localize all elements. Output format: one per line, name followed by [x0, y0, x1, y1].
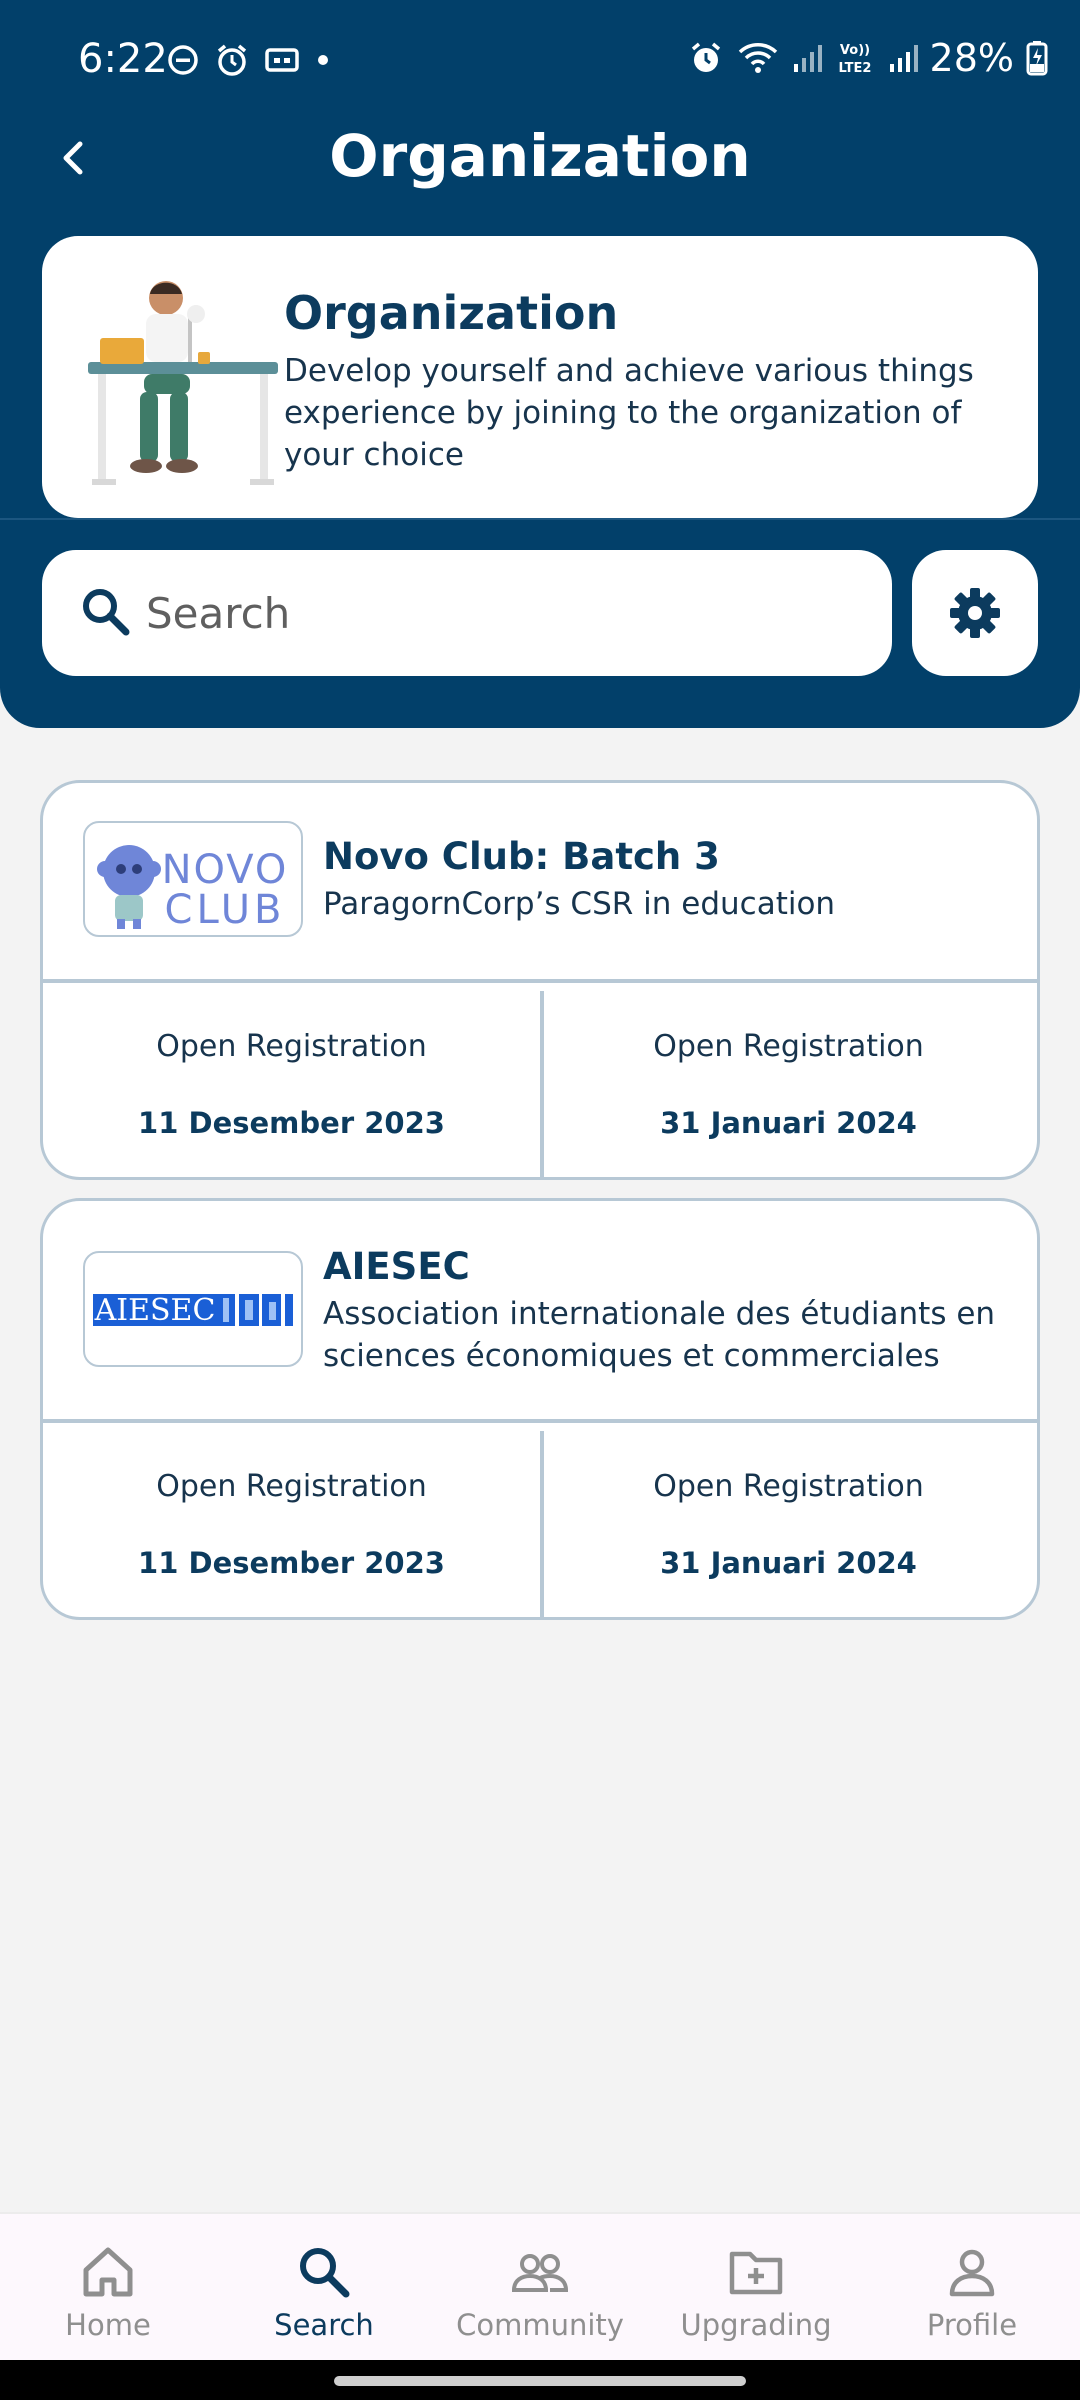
person-at-desk-illustration: [88, 281, 278, 485]
profile-icon: [949, 2249, 995, 2297]
cast-icon: [265, 48, 299, 72]
status-bar: 6:22 Vo)) LTE2 28%: [0, 0, 1080, 120]
svg-text:CLUB: CLUB: [165, 887, 286, 933]
org-logo-novo-club: NOVO CLUB: [83, 821, 303, 937]
intro-title: Organization: [284, 286, 619, 340]
nav-item-upgrading[interactable]: Upgrading: [648, 2214, 864, 2360]
system-gesture-bar: [0, 2360, 1080, 2400]
status-left-icons: [166, 42, 332, 78]
intro-card: Organization Develop yourself and achiev…: [42, 236, 1038, 518]
nav-item-home[interactable]: Home: [0, 2214, 216, 2360]
home-icon: [83, 2247, 133, 2297]
header: 6:22 Vo)) LTE2 28% Organization Organiza…: [0, 0, 1080, 728]
org-card-aiesec[interactable]: AIESEC AIESEC Association internationale…: [40, 1198, 1040, 1620]
org-registration-row: Open Registration 11 Desember 2023 Open …: [43, 983, 1037, 1177]
nav-item-search[interactable]: Search: [216, 2214, 432, 2360]
status-time: 6:22: [78, 36, 168, 82]
org-card-novo-club[interactable]: NOVO CLUB Novo Club: Batch 3 ParagornCor…: [40, 780, 1040, 1180]
registration-end: Open Registration 31 Januari 2024: [540, 1423, 1037, 1617]
page-title: Organization: [329, 122, 751, 190]
registration-date: 31 Januari 2024: [660, 1106, 917, 1140]
aiesec-logo: AIESEC: [93, 1293, 293, 1328]
battery-percent: 28%: [929, 36, 1014, 80]
org-card-header: AIESEC AIESEC Association internationale…: [43, 1201, 1037, 1423]
org-logo-aiesec: AIESEC: [83, 1251, 303, 1367]
registration-date: 11 Desember 2023: [138, 1106, 445, 1140]
search-icon: [83, 589, 130, 636]
org-card-header: NOVO CLUB Novo Club: Batch 3 ParagornCor…: [43, 783, 1037, 983]
intro-description: Develop yourself and achieve various thi…: [284, 353, 974, 473]
org-description: ParagornCorp’s CSR in education: [323, 886, 836, 922]
registration-end: Open Registration 31 Januari 2024: [540, 983, 1037, 1177]
battery-charging-icon: [1026, 41, 1048, 76]
novo-club-logo: NOVO CLUB: [97, 845, 286, 933]
registration-label: Open Registration: [156, 1029, 427, 1064]
search-input[interactable]: [146, 578, 846, 648]
wifi-icon: [738, 43, 777, 73]
search-icon: [300, 2248, 350, 2298]
registration-start: Open Registration 11 Desember 2023: [43, 1423, 540, 1617]
status-right: Vo)) LTE2 28%: [688, 36, 1048, 80]
community-icon: [511, 2254, 569, 2292]
registration-separator: [540, 991, 544, 1177]
registration-date: 11 Desember 2023: [138, 1546, 445, 1580]
dot-icon: [318, 55, 328, 65]
nav-item-community[interactable]: Community: [432, 2214, 648, 2360]
org-name: AIESEC: [323, 1245, 470, 1288]
nav-label: Profile: [926, 2308, 1018, 2342]
home-gesture-handle[interactable]: [334, 2376, 746, 2386]
registration-label: Open Registration: [653, 1029, 924, 1064]
folder-plus-icon: [729, 2251, 783, 2295]
org-name: Novo Club: Batch 3: [323, 835, 720, 878]
registration-label: Open Registration: [653, 1469, 924, 1504]
dnd-icon: [168, 45, 198, 75]
filter-settings-button[interactable]: [912, 550, 1038, 676]
nav-label: Community: [456, 2308, 624, 2342]
nav-label: Home: [65, 2308, 151, 2342]
registration-separator: [540, 1431, 544, 1617]
signal-icon: [793, 45, 822, 72]
nav-label: Upgrading: [680, 2308, 832, 2342]
nav-item-profile[interactable]: Profile: [864, 2214, 1080, 2360]
signal-icon: [889, 45, 918, 72]
alarm-icon: [691, 42, 720, 72]
header-divider: [0, 518, 1080, 520]
nav-label: Search: [274, 2308, 374, 2342]
volte-icon: Vo)) LTE2: [838, 43, 871, 76]
svg-text:AIESEC: AIESEC: [94, 1293, 216, 1328]
gear-icon: [950, 588, 1000, 638]
alarm-icon: [217, 44, 247, 76]
registration-start: Open Registration 11 Desember 2023: [43, 983, 540, 1177]
search-box[interactable]: [42, 550, 892, 676]
svg-text:Vo)): Vo)): [839, 43, 869, 58]
org-description: Association internationale des étudiants…: [323, 1296, 996, 1374]
svg-text:LTE2: LTE2: [838, 61, 871, 76]
bottom-navigation: Home Search Community Upgrading Profile: [0, 2212, 1080, 2360]
org-registration-row: Open Registration 11 Desember 2023 Open …: [43, 1423, 1037, 1617]
registration-label: Open Registration: [156, 1469, 427, 1504]
registration-date: 31 Januari 2024: [660, 1546, 917, 1580]
